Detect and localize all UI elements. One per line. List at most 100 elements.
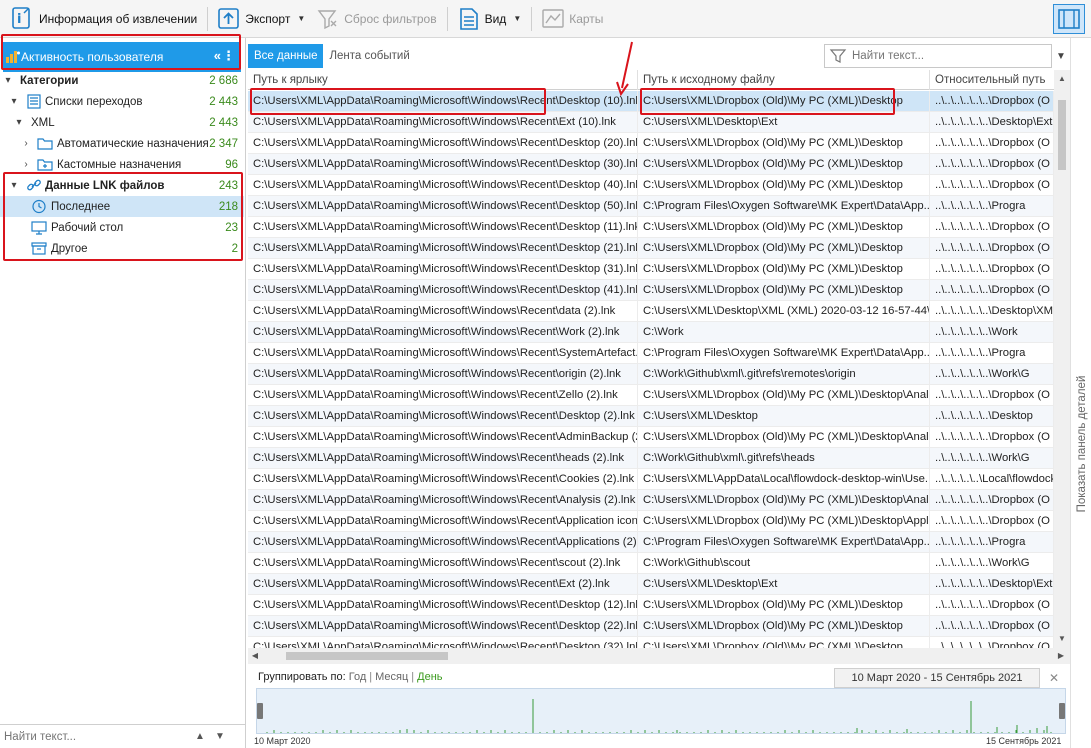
table-row[interactable]: C:\Users\XML\AppData\Roaming\Microsoft\W… <box>248 427 1054 448</box>
table-cell: C:\Users\XML\Desktop\XML (XML) 2020-03-1… <box>638 301 930 322</box>
table-row[interactable]: C:\Users\XML\AppData\Roaming\Microsoft\W… <box>248 406 1054 427</box>
chevron-down-icon[interactable]: ▼ <box>1054 46 1068 66</box>
group-by-day[interactable]: День <box>417 671 442 683</box>
horizontal-scrollbar[interactable]: ◀ ▶ <box>248 648 1070 664</box>
table-row[interactable]: C:\Users\XML\AppData\Roaming\Microsoft\W… <box>248 490 1054 511</box>
table-row[interactable]: C:\Users\XML\AppData\Roaming\Microsoft\W… <box>248 238 1054 259</box>
table-row[interactable]: C:\Users\XML\AppData\Roaming\Microsoft\W… <box>248 469 1054 490</box>
table-row[interactable]: C:\Users\XML\AppData\Roaming\Microsoft\W… <box>248 343 1054 364</box>
scroll-thumb[interactable] <box>1058 100 1066 170</box>
chevron-right-icon[interactable]: ▶ <box>1054 648 1068 664</box>
table-row[interactable]: C:\Users\XML\AppData\Roaming\Microsoft\W… <box>248 112 1054 133</box>
chevron-right-icon[interactable]: › <box>21 159 31 170</box>
table-row[interactable]: C:\Users\XML\AppData\Roaming\Microsoft\W… <box>248 511 1054 532</box>
group-by-month[interactable]: Месяц <box>375 671 408 683</box>
chevron-down-icon[interactable]: ▾ <box>14 117 24 128</box>
table-row[interactable]: C:\Users\XML\AppData\Roaming\Microsoft\W… <box>248 616 1054 637</box>
table-cell: C:\Users\XML\AppData\Roaming\Microsoft\W… <box>248 511 638 532</box>
column-header-shortcut-path[interactable]: Путь к ярлыку <box>248 70 638 90</box>
scroll-thumb[interactable] <box>286 652 448 660</box>
table-row[interactable]: C:\Users\XML\AppData\Roaming\Microsoft\W… <box>248 175 1054 196</box>
table-row[interactable]: C:\Users\XML\AppData\Roaming\Microsoft\W… <box>248 217 1054 238</box>
table-row[interactable]: C:\Users\XML\AppData\Roaming\Microsoft\W… <box>248 385 1054 406</box>
user-activity-header[interactable]: Активность пользователя « ⋮ <box>3 42 241 72</box>
table-cell: C:\Work\Github\xml\.git\refs\heads <box>638 448 930 469</box>
date-range-field[interactable]: 10 Март 2020 - 15 Сентябрь 2021 <box>834 668 1040 688</box>
table-cell: C:\Users\XML\AppData\Roaming\Microsoft\W… <box>248 385 638 406</box>
table-row[interactable]: C:\Users\XML\AppData\Roaming\Microsoft\W… <box>248 259 1054 280</box>
tree-item-automatic-destinations[interactable]: › Автоматические назначения 2 347 <box>0 133 244 154</box>
chevron-left-icon[interactable]: ◀ <box>248 648 262 664</box>
table-row[interactable]: C:\Users\XML\AppData\Roaming\Microsoft\W… <box>248 133 1054 154</box>
tab-all-data[interactable]: Все данные <box>248 44 324 68</box>
table-cell: C:\Program Files\Oxygen Software\MK Expe… <box>638 196 930 217</box>
filter-icon[interactable] <box>828 48 848 64</box>
table-cell: C:\Users\XML\AppData\Roaming\Microsoft\W… <box>248 175 638 196</box>
table-cell: C:\Users\XML\Desktop\Ext <box>638 112 930 133</box>
left-search-input[interactable] <box>0 730 190 743</box>
table-row[interactable]: C:\Users\XML\AppData\Roaming\Microsoft\W… <box>248 574 1054 595</box>
chevron-down-icon[interactable]: ▾ <box>9 96 19 107</box>
layout-toggle-button[interactable] <box>1053 4 1085 34</box>
table-search-input[interactable] <box>848 50 1038 62</box>
chevron-right-icon[interactable]: › <box>21 138 31 149</box>
extraction-info-button[interactable]: i Информация об извлечении <box>6 4 203 34</box>
timeline-start-handle[interactable] <box>257 703 263 719</box>
chevron-down-icon[interactable]: ▼ <box>1054 634 1070 648</box>
column-header-source-path[interactable]: Путь к исходному файлу <box>638 70 930 90</box>
export-button[interactable]: Экспорт ▼ <box>212 4 311 34</box>
details-panel-label: Показать панель деталей <box>1076 375 1088 513</box>
chevron-up-icon[interactable]: ▲ <box>1054 74 1070 88</box>
table-cell: C:\Users\XML\Dropbox (Old)\My PC (XML)\D… <box>638 154 930 175</box>
tab-event-feed[interactable]: Лента событий <box>323 44 415 68</box>
table-row[interactable]: C:\Users\XML\AppData\Roaming\Microsoft\W… <box>248 532 1054 553</box>
close-icon[interactable]: ✕ <box>1044 668 1064 688</box>
tree-item-label: Категории <box>20 74 79 87</box>
more-options-icon[interactable]: ⋮ <box>222 48 235 64</box>
table-row[interactable]: C:\Users\XML\AppData\Roaming\Microsoft\W… <box>248 553 1054 574</box>
maps-button[interactable]: Карты <box>536 4 609 34</box>
table-row[interactable]: C:\Users\XML\AppData\Roaming\Microsoft\W… <box>248 301 1054 322</box>
desktop-icon <box>31 221 47 235</box>
timeline-histogram[interactable] <box>256 688 1066 734</box>
table-row[interactable]: C:\Users\XML\AppData\Roaming\Microsoft\W… <box>248 448 1054 469</box>
tree-item-count: 96 <box>225 158 238 171</box>
table-cell: C:\Users\XML\AppData\Roaming\Microsoft\W… <box>248 574 638 595</box>
tree-item-recent[interactable]: Последнее 218 <box>0 196 244 217</box>
table-row[interactable]: C:\Users\XML\AppData\Roaming\Microsoft\W… <box>248 280 1054 301</box>
collapse-panel-icon[interactable]: « <box>214 48 221 63</box>
tree-item-xml[interactable]: ▾ XML 2 443 <box>0 112 244 133</box>
tree-item-other[interactable]: Другое 2 <box>0 238 244 259</box>
recent-icon <box>32 199 46 214</box>
info-icon: i <box>12 6 34 31</box>
table-cell: C:\Users\XML\AppData\Roaming\Microsoft\W… <box>248 406 638 427</box>
details-panel-toggle[interactable]: Показать панель деталей <box>1070 38 1091 748</box>
reset-filters-button[interactable]: Сброс фильтров <box>311 4 442 34</box>
table-cell: C:\Users\XML\Dropbox (Old)\My PC (XML)\D… <box>638 427 930 448</box>
toolbar: i Информация об извлечении Экспорт ▼ Сбр… <box>0 0 1091 38</box>
view-button[interactable]: Вид ▼ <box>452 4 528 34</box>
chevron-down-icon[interactable]: ▼ <box>297 14 305 23</box>
group-by-year[interactable]: Год <box>349 671 367 683</box>
tree-item-desktop[interactable]: Рабочий стол 23 <box>0 217 244 238</box>
column-header-relative-path[interactable]: Относительный путь <box>930 70 1054 90</box>
tree-item-jump-lists[interactable]: ▾ Списки переходов 2 443 <box>0 91 244 112</box>
tree-item-custom-destinations[interactable]: › Кастомные назначения 96 <box>0 154 244 175</box>
vertical-scrollbar[interactable]: ▲ ▼ <box>1054 70 1070 648</box>
chevron-up-icon[interactable]: ▲ <box>190 727 210 747</box>
chevron-down-icon[interactable]: ▼ <box>513 14 521 23</box>
table-row[interactable]: C:\Users\XML\AppData\Roaming\Microsoft\W… <box>248 154 1054 175</box>
timeline-end-handle[interactable] <box>1059 703 1065 719</box>
tree-item-count: 2 443 <box>209 116 238 129</box>
table-row[interactable]: C:\Users\XML\AppData\Roaming\Microsoft\W… <box>248 637 1054 648</box>
tree-item-categories[interactable]: ▾ Категории 2 686 <box>0 70 244 91</box>
table-row[interactable]: C:\Users\XML\AppData\Roaming\Microsoft\W… <box>248 196 1054 217</box>
tree-item-lnk-data[interactable]: ▾ Данные LNK файлов 243 <box>0 175 244 196</box>
chevron-down-icon[interactable]: ▾ <box>9 180 19 191</box>
chevron-down-icon[interactable]: ▾ <box>3 75 13 86</box>
table-row[interactable]: C:\Users\XML\AppData\Roaming\Microsoft\W… <box>248 322 1054 343</box>
table-row[interactable]: C:\Users\XML\AppData\Roaming\Microsoft\W… <box>248 91 1054 112</box>
chevron-down-icon[interactable]: ▼ <box>210 727 230 747</box>
table-row[interactable]: C:\Users\XML\AppData\Roaming\Microsoft\W… <box>248 364 1054 385</box>
table-row[interactable]: C:\Users\XML\AppData\Roaming\Microsoft\W… <box>248 595 1054 616</box>
